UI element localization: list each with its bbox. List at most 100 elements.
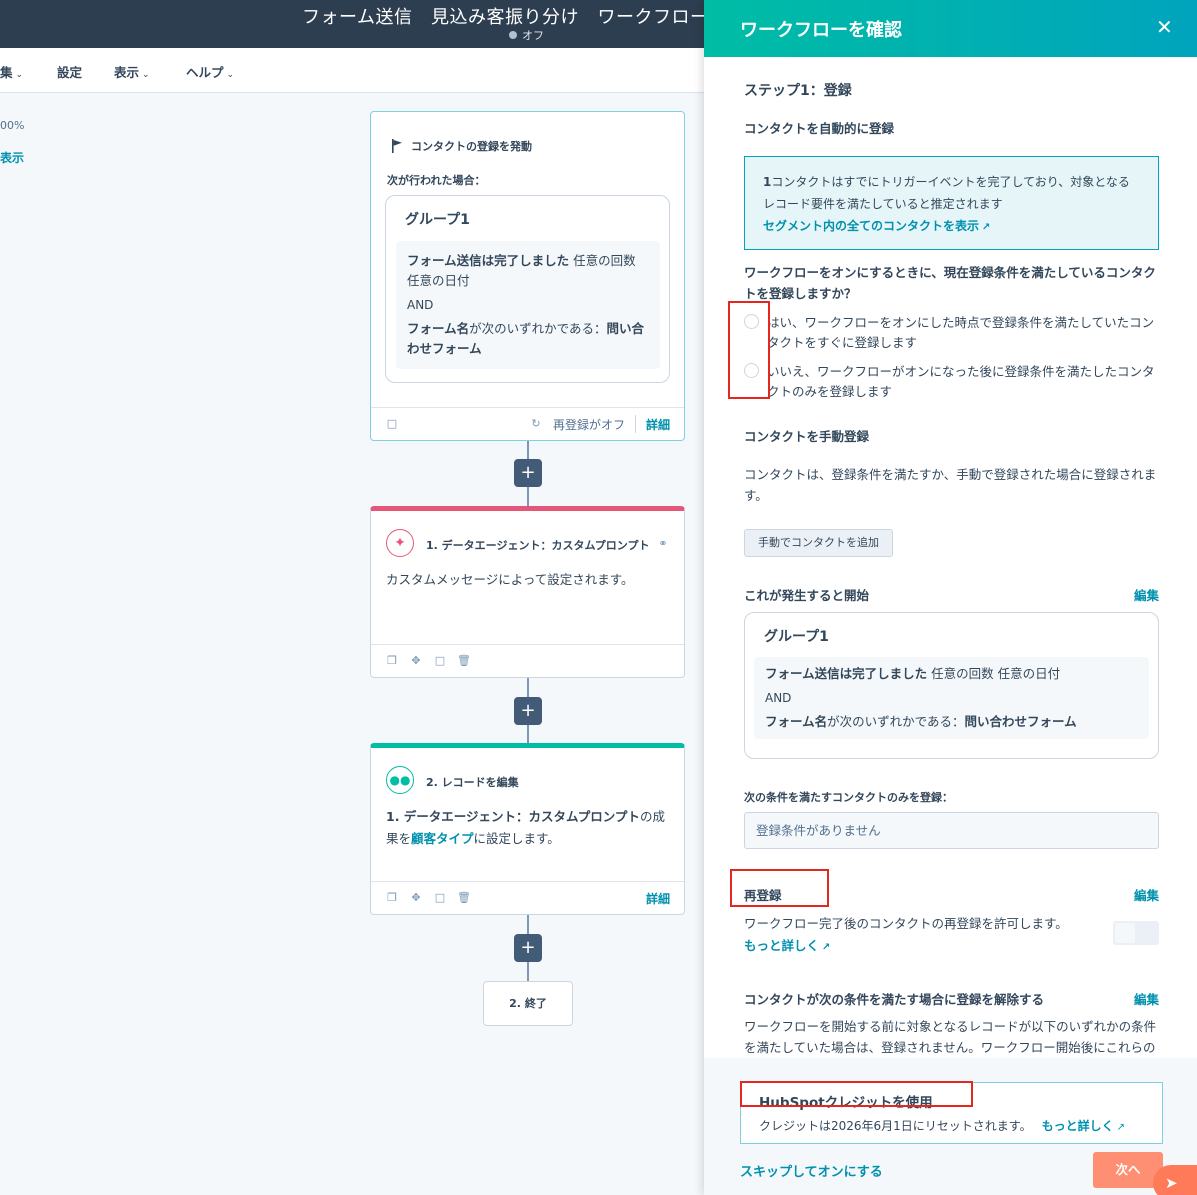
action1-body: カスタムメッセージによって設定されます。 (386, 572, 634, 587)
segment-link-label: セグメント内の全てのコンタクトを表示 (763, 219, 980, 233)
trash-icon[interactable]: 🗑 (457, 891, 471, 905)
status-dot-icon (509, 31, 517, 39)
send-icon[interactable]: ➤ (1153, 1165, 1197, 1195)
learn-more-link[interactable]: もっと詳しく ↗ (744, 935, 830, 954)
menu-settings[interactable]: 設定 (57, 62, 82, 81)
menubar: 集 ⌄ 設定 表示 ⌄ ヘルプ ⌄ (0, 48, 704, 93)
menu-help-label: ヘルプ (186, 65, 224, 80)
edit-unenroll-link[interactable]: 編集 (1134, 989, 1159, 1008)
radio-yes-label: はい、ワークフローをオンにした時点で登録条件を満たしていたコンタクトをすぐに登録… (767, 315, 1155, 350)
group-title: グループ1 (405, 212, 470, 228)
condition-form-submitted-bold: フォーム送信は完了しました (407, 253, 570, 268)
radio-option-yes[interactable]: はい、ワークフローをオンにした時点で登録条件を満たしていたコンタクトをすぐに登録… (744, 313, 1162, 353)
condition-form-name-bold: フォーム名 (407, 321, 470, 336)
info-text-body: コンタクトはすでにトリガーイベントを完了しており、対象となるレコード要件を満たし… (763, 175, 1130, 211)
highlight-reenroll (730, 869, 829, 907)
menu-edit-label: 集 (0, 65, 13, 80)
move-icon[interactable]: ✥ (409, 654, 423, 668)
close-icon[interactable]: ✕ (1156, 15, 1173, 39)
radio-option-no[interactable]: いいえ、ワークフローがオンになった後に登録条件を満たしたコンタクトのみを登録しま… (744, 362, 1162, 402)
panel-header: ワークフローを確認 ✕ (704, 0, 1197, 57)
condition-form-name-mid: が次のいずれかである： (469, 321, 607, 336)
external-link-icon: ↗ (1116, 1122, 1126, 1133)
highlight-radio-buttons (728, 301, 770, 399)
workflow-status: オフ (509, 27, 544, 43)
info-text: 1コンタクトはすでにトリガーイベントを完了しており、対象となるレコード要件を満た… (763, 171, 1140, 215)
action2-detail-link[interactable]: 詳細 (646, 890, 670, 907)
end-node[interactable]: 2. 終了 (483, 981, 573, 1026)
external-link-icon: ↗ (822, 942, 831, 953)
refresh-icon: ↻ (531, 417, 541, 430)
action1-footer: ❐ ✥ □ 🗑 (371, 644, 684, 677)
trigger-card-footer: □ ↻ 再登録がオフ 詳細 (371, 407, 684, 440)
action2-title: 2. レコードを編集 (426, 776, 519, 789)
chevron-down-icon: ⌄ (226, 70, 235, 80)
chevron-down-icon: ⌄ (15, 70, 24, 80)
zoom-level[interactable]: 00% (0, 119, 24, 132)
customer-type-link[interactable]: 顧客タイプ (411, 831, 474, 846)
trigger-header: コンタクトの登録を発動 (391, 138, 532, 154)
action-card-data-agent[interactable]: ✦ 1. データエージェント：カスタムプロンプト ⚭ カスタムメッセージによって… (370, 506, 685, 678)
action1-title: 1. データエージェント：カスタムプロンプト (426, 539, 650, 552)
show-link[interactable]: 表示 (0, 149, 24, 166)
manual-enroll-text: コンタクトは、登録条件を満たすか、手動で登録された場合に登録されます。 (744, 467, 1157, 503)
menu-edit[interactable]: 集 ⌄ (0, 62, 23, 81)
reenroll-status: 再登録がオフ (552, 417, 625, 432)
panel-condition-form-name-mid: が次のいずれかである： (827, 714, 965, 729)
workflow-title[interactable]: フォーム送信 見込み客振り分け ワークフロー (302, 3, 708, 29)
link-icon[interactable]: ⚭ (656, 537, 670, 551)
external-link-icon: ↗ (982, 222, 991, 233)
trash-icon[interactable]: 🗑 (457, 654, 471, 668)
reenroll-text: ワークフロー完了後のコンタクトの再登録を許可します。 (744, 916, 1068, 931)
copy-icon[interactable]: ❐ (385, 891, 399, 905)
credits-text: クレジットは2026年6月1日にリセットされます。 もっと詳しく ↗ (759, 1117, 1125, 1134)
panel-trigger-group: グループ1 フォーム送信は完了しました 任意の回数 任意の日付 AND フォーム… (744, 612, 1159, 759)
add-action-button[interactable]: + (514, 934, 542, 962)
panel-title: ワークフローを確認 (740, 20, 902, 41)
reenroll-toggle[interactable] (1113, 921, 1159, 945)
clipboard-icon[interactable]: □ (385, 417, 399, 431)
condition-form-name: フォーム名が次のいずれかである：問い合わせフォーム (407, 319, 649, 359)
add-action-button[interactable]: + (514, 459, 542, 487)
step-title: ステップ1：登録 (744, 83, 852, 99)
trigger-when-label: 次が行われた場合： (387, 174, 486, 187)
panel-condition-form-submitted-rest: 任意の回数 任意の日付 (927, 666, 1061, 681)
add-contact-manually-button[interactable]: 手動でコンタクトを追加 (744, 529, 893, 557)
workflow-canvas[interactable]: 00% 表示 コンタクトの登録を発動 次が行われた場合： グループ1 フォーム送… (0, 93, 704, 1195)
start-trigger-heading: これが発生すると開始 (744, 588, 870, 603)
auto-enroll-heading: コンタクトを自動的に登録 (744, 121, 895, 136)
clipboard-icon[interactable]: □ (433, 654, 447, 668)
condition-and: AND (407, 298, 434, 312)
trigger-card[interactable]: コンタクトの登録を発動 次が行われた場合： グループ1 フォーム送信は完了しまし… (370, 111, 685, 441)
trigger-conditions: フォーム送信は完了しました 任意の回数 任意の日付 AND フォーム名が次のいず… (396, 241, 660, 369)
action-card-edit-record[interactable]: ●● 2. レコードを編集 1. データエージェント：カスタムプロンプトの成果を… (370, 743, 685, 915)
workflow-topbar: フォーム送信 見込み客振り分け ワークフロー オフ (0, 0, 708, 48)
panel-condition-form-name: フォーム名が次のいずれかである：問い合わせフォーム (765, 712, 1138, 732)
credits-learn-more-link[interactable]: もっと詳しく (1042, 1119, 1114, 1133)
panel-condition-form-name-value: 問い合わせフォーム (964, 714, 1077, 729)
move-icon[interactable]: ✥ (409, 891, 423, 905)
flag-icon (392, 139, 402, 153)
radio-no-label: いいえ、ワークフローがオンになった後に登録条件を満たしたコンタクトのみを登録しま… (767, 364, 1155, 399)
menu-view[interactable]: 表示 ⌄ (114, 62, 150, 81)
learn-more-label: もっと詳しく (744, 938, 820, 953)
trigger-detail-link[interactable]: 詳細 (646, 416, 670, 433)
highlight-credits (740, 1081, 973, 1107)
edit-trigger-link[interactable]: 編集 (1134, 585, 1159, 604)
menu-help[interactable]: ヘルプ ⌄ (186, 62, 234, 81)
skip-and-turn-on-link[interactable]: スキップしてオンにする (740, 1161, 883, 1180)
segment-link[interactable]: セグメント内の全てのコンタクトを表示 ↗ (763, 215, 1140, 239)
copy-icon[interactable]: ❐ (385, 654, 399, 668)
panel-group-title: グループ1 (764, 629, 829, 645)
edit-reenroll-link[interactable]: 編集 (1134, 885, 1159, 904)
panel-conditions: フォーム送信は完了しました 任意の回数 任意の日付 AND フォーム名が次のいず… (754, 657, 1149, 739)
workflow-status-label: オフ (522, 29, 544, 42)
manual-enroll-heading: コンタクトを手動登録 (744, 429, 870, 444)
trigger-group: グループ1 フォーム送信は完了しました 任意の回数 任意の日付 AND フォーム… (385, 195, 670, 383)
condition-form-submitted: フォーム送信は完了しました 任意の回数 任意の日付 (407, 251, 649, 291)
action2-body: 1. データエージェント：カスタムプロンプトの成果を顧客タイプに設定します。 (386, 806, 671, 850)
menu-settings-label: 設定 (57, 65, 83, 80)
clipboard-icon[interactable]: □ (433, 891, 447, 905)
enrollment-info-box: 1コンタクトはすでにトリガーイベントを完了しており、対象となるレコード要件を満た… (744, 156, 1159, 250)
add-action-button[interactable]: + (514, 697, 542, 725)
